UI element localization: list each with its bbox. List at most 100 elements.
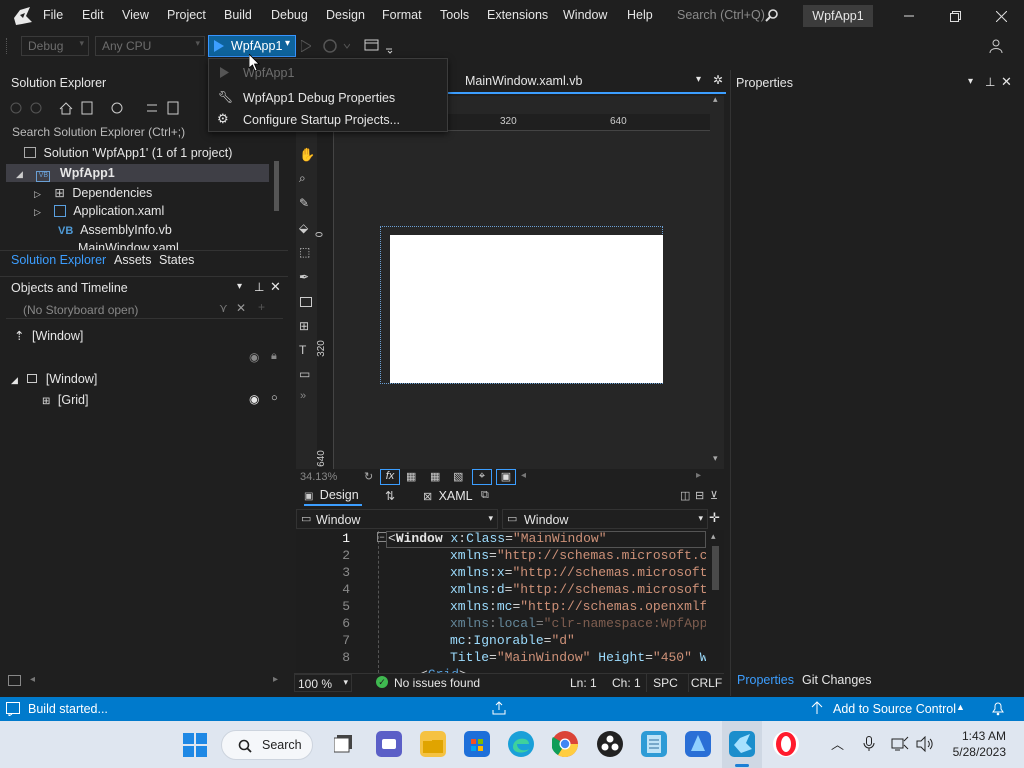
- add-storyboard-icon[interactable]: +: [258, 300, 265, 314]
- eraser-icon[interactable]: ⬚: [299, 245, 310, 259]
- publish-icon[interactable]: [492, 701, 506, 715]
- tree-item-application-xaml[interactable]: ▷ Application.xaml: [34, 204, 164, 218]
- notepad-icon[interactable]: [641, 731, 667, 757]
- opera-browser-icon[interactable]: [773, 731, 799, 757]
- menu-view[interactable]: View: [122, 8, 149, 22]
- chevron-up-icon[interactable]: ▲: [956, 702, 965, 712]
- menu-file[interactable]: File: [43, 8, 63, 22]
- visual-studio-logo-icon[interactable]: [12, 6, 34, 26]
- editor-zoom-dropdown[interactable]: 100 % ▾: [294, 674, 352, 692]
- zoom-tool-icon[interactable]: ⌕: [299, 171, 306, 186]
- tab-states[interactable]: States: [159, 253, 194, 267]
- collapse-arrow-icon[interactable]: ◢: [16, 169, 23, 179]
- file-explorer-icon[interactable]: [420, 731, 446, 757]
- refresh-icon[interactable]: ↻: [364, 470, 373, 483]
- menu-design[interactable]: Design: [326, 8, 365, 22]
- menu-item-wpfapp1[interactable]: WpfApp1: [209, 62, 447, 84]
- solution-explorer-search-input[interactable]: Search Solution Explorer (Ctrl+;): [12, 125, 185, 139]
- xaml-scope-left-dropdown[interactable]: ▭ Window ▾: [296, 509, 498, 529]
- tree-item-assemblyinfo[interactable]: VB AssemblyInfo.vb: [58, 223, 172, 237]
- tree-item-window[interactable]: ◢ [Window]: [11, 372, 97, 386]
- solution-explorer-scrollbar[interactable]: [271, 141, 282, 249]
- task-view-icon[interactable]: [334, 735, 354, 753]
- bell-icon[interactable]: [991, 700, 1005, 716]
- control-tool-icon[interactable]: ▭: [299, 367, 310, 381]
- edge-browser-icon[interactable]: [508, 731, 534, 757]
- chevron-down-icon[interactable]: ▾: [237, 281, 242, 292]
- menu-window[interactable]: Window: [563, 8, 607, 22]
- horizontal-split-icon[interactable]: ⊟: [695, 489, 704, 502]
- layout-toggle-icon[interactable]: [8, 675, 22, 687]
- tab-properties[interactable]: Properties: [737, 673, 794, 687]
- artboard-background-icon[interactable]: ▧: [453, 470, 463, 483]
- menu-tools[interactable]: Tools: [440, 8, 469, 22]
- chevron-down-icon[interactable]: ▾: [696, 74, 701, 85]
- designer-vertical-scrollbar[interactable]: ▴ ▾: [711, 94, 724, 469]
- storyboard-options-icon[interactable]: ⋎: [219, 301, 228, 315]
- popout-xaml-icon[interactable]: ⧉: [481, 489, 489, 502]
- pin-icon[interactable]: ⊥: [254, 280, 264, 294]
- configuration-dropdown[interactable]: Debug ▾: [21, 36, 89, 56]
- menu-item-debug-properties[interactable]: 🔧︎ WpfApp1 Debug Properties: [209, 87, 447, 109]
- pan-tool-icon[interactable]: ✋: [299, 147, 315, 163]
- design-tab[interactable]: ▣ Design: [304, 488, 362, 506]
- scroll-up-icon[interactable]: ▴: [711, 531, 716, 542]
- chevron-up-icon[interactable]: ︿: [831, 734, 844, 753]
- scroll-right-icon[interactable]: ▸: [273, 674, 278, 685]
- xaml-scope-right-dropdown[interactable]: ▭ Window ▾: [502, 509, 708, 529]
- more-tools-icon[interactable]: »: [300, 390, 306, 402]
- device-preview-icon[interactable]: ▣: [496, 469, 516, 485]
- snap-lines-icon[interactable]: ⌖: [472, 469, 492, 485]
- tab-git-changes[interactable]: Git Changes: [802, 673, 871, 687]
- microsoft-store-icon[interactable]: [464, 731, 490, 757]
- snap-grid-icon[interactable]: ▦: [430, 470, 440, 483]
- pen-tool-icon[interactable]: ✒: [299, 270, 309, 284]
- clock-date[interactable]: 5/28/2023: [944, 745, 1006, 759]
- tree-item-grid[interactable]: ⊞ [Grid]: [42, 393, 88, 407]
- menu-edit[interactable]: Edit: [82, 8, 104, 22]
- column-indicator[interactable]: Ch: 1: [612, 676, 641, 690]
- lock-toggle-icon[interactable]: ○: [271, 392, 278, 404]
- menu-extensions[interactable]: Extensions: [487, 8, 548, 22]
- line-ending-indicator[interactable]: CRLF: [688, 674, 724, 692]
- grid-toggle-icon[interactable]: ▦: [406, 470, 416, 483]
- eye-icon[interactable]: ◉: [249, 350, 259, 364]
- scroll-right-icon[interactable]: ▸: [696, 470, 701, 481]
- windows-start-icon[interactable]: [183, 733, 207, 757]
- visual-studio-blend-taskbar-icon[interactable]: [729, 731, 755, 757]
- platform-dropdown[interactable]: Any CPU ▾: [95, 36, 205, 56]
- toolbar-grip[interactable]: [6, 38, 9, 54]
- zoom-level[interactable]: 34.13%: [300, 471, 337, 483]
- window-preview[interactable]: [390, 235, 663, 383]
- collapse-arrow-icon[interactable]: ◢: [11, 375, 18, 385]
- issues-label[interactable]: No issues found: [394, 676, 480, 690]
- blend-icon[interactable]: [685, 731, 711, 757]
- rectangle-tool-icon[interactable]: [300, 297, 312, 307]
- search-icon[interactable]: [765, 8, 779, 22]
- text-tool-icon[interactable]: T: [299, 343, 306, 357]
- chrome-browser-icon[interactable]: [552, 731, 578, 757]
- menu-debug[interactable]: Debug: [271, 8, 308, 22]
- line-indicator[interactable]: Ln: 1: [570, 676, 597, 690]
- network-icon[interactable]: [891, 736, 909, 752]
- add-to-source-control-button[interactable]: Add to Source Control: [833, 702, 956, 716]
- live-share-icon[interactable]: [988, 38, 1004, 54]
- close-storyboard-icon[interactable]: ✕: [236, 301, 246, 315]
- teams-chat-icon[interactable]: [376, 731, 402, 757]
- microphone-icon[interactable]: [863, 736, 875, 752]
- volume-icon[interactable]: [916, 736, 934, 752]
- obs-studio-icon[interactable]: [597, 731, 623, 757]
- xaml-tab[interactable]: ⊠ XAML: [423, 489, 473, 503]
- expand-arrow-icon[interactable]: ▷: [34, 189, 41, 199]
- tree-item-project[interactable]: ◢ VB WpfApp1: [16, 166, 115, 182]
- close-button[interactable]: [978, 0, 1024, 32]
- eye-icon[interactable]: ◉: [249, 392, 259, 406]
- close-icon[interactable]: ✕: [1001, 74, 1012, 90]
- grid-tool-icon[interactable]: ⊞: [299, 319, 309, 333]
- chevron-down-icon[interactable]: ▾: [968, 76, 973, 87]
- code-vertical-scrollbar[interactable]: ▴: [709, 531, 723, 673]
- split-editor-icon[interactable]: ✛: [709, 510, 720, 526]
- swap-panes-icon[interactable]: ⇅: [385, 489, 395, 503]
- clock-time[interactable]: 1:43 AM: [950, 729, 1006, 743]
- vertical-split-icon[interactable]: ◫: [680, 489, 690, 502]
